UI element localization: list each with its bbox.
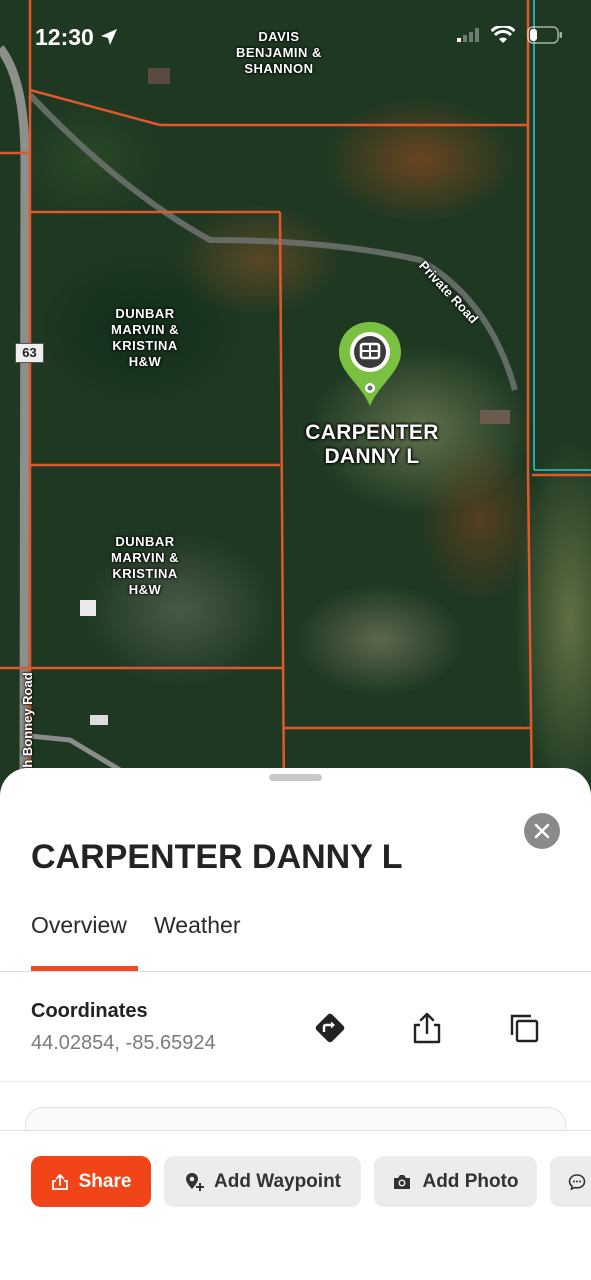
tab-weather[interactable]: Weather xyxy=(154,912,241,939)
add-waypoint-button[interactable]: Add Waypoint xyxy=(164,1156,361,1207)
parcel-boundaries xyxy=(0,0,591,800)
building xyxy=(80,600,96,616)
private-road-line xyxy=(27,92,518,391)
bonney-road-label: th Bonney Road xyxy=(20,672,35,772)
building xyxy=(90,715,108,725)
sheet-title: CARPENTER DANNY L xyxy=(31,838,403,876)
battery-icon xyxy=(527,26,562,44)
share-button[interactable]: Share xyxy=(31,1156,151,1207)
close-icon xyxy=(534,823,550,839)
row-divider xyxy=(0,1081,591,1082)
parcel-label-dunbar-north[interactable]: DUNBAR MARVIN & KRISTINA H&W xyxy=(111,306,179,370)
share-icon xyxy=(51,1173,68,1190)
waypoint-plus-icon xyxy=(186,1172,204,1191)
coordinates-value: 44.02854, -85.65924 xyxy=(31,1032,216,1054)
action-bar: Share Add Waypoint Add Photo xyxy=(0,1130,591,1280)
close-button[interactable] xyxy=(524,813,560,849)
adjacent-boundary xyxy=(533,0,591,471)
wifi-icon xyxy=(491,26,515,43)
status-time: 12:30 xyxy=(35,24,118,51)
add-photo-button[interactable]: Add Photo xyxy=(374,1156,537,1207)
cellular-signal-icon xyxy=(457,28,479,42)
route-shield: 63 xyxy=(15,343,44,363)
selected-location-pin[interactable] xyxy=(337,320,403,408)
directions-button[interactable] xyxy=(312,1010,348,1046)
selected-parcel-label: CARPENTER DANNY L xyxy=(305,421,439,468)
add-waypoint-label: Add Waypoint xyxy=(214,1170,341,1192)
copy-icon xyxy=(510,1014,539,1043)
tab-overview[interactable]: Overview xyxy=(31,912,127,939)
share-icon xyxy=(413,1012,441,1044)
map-overlay xyxy=(0,0,591,800)
parcel-label-davis[interactable]: DAVIS BENJAMIN & SHANNON xyxy=(236,29,322,77)
comment-button[interactable] xyxy=(550,1156,591,1207)
driveway-road xyxy=(19,732,122,773)
coordinates-label: Coordinates xyxy=(31,1000,148,1022)
parcel-label-dunbar-south[interactable]: DUNBAR MARVIN & KRISTINA H&W xyxy=(111,534,179,598)
copy-coordinates-button[interactable] xyxy=(506,1010,542,1046)
camera-icon xyxy=(394,1174,411,1189)
comment-icon xyxy=(568,1173,586,1190)
building xyxy=(480,410,510,424)
status-icons xyxy=(457,26,563,44)
directions-icon xyxy=(315,1013,345,1043)
add-photo-label: Add Photo xyxy=(422,1170,519,1192)
location-arrow-icon xyxy=(101,29,118,45)
parcel-details-sheet: CARPENTER DANNY L Overview Weather Coord… xyxy=(0,768,591,1280)
building xyxy=(148,68,170,84)
map-view[interactable]: DAVIS BENJAMIN & SHANNON DUNBAR MARVIN &… xyxy=(0,0,591,800)
tab-divider xyxy=(0,971,591,972)
share-location-button[interactable] xyxy=(409,1010,445,1046)
sheet-grabber[interactable] xyxy=(269,774,322,781)
share-button-label: Share xyxy=(78,1170,132,1192)
